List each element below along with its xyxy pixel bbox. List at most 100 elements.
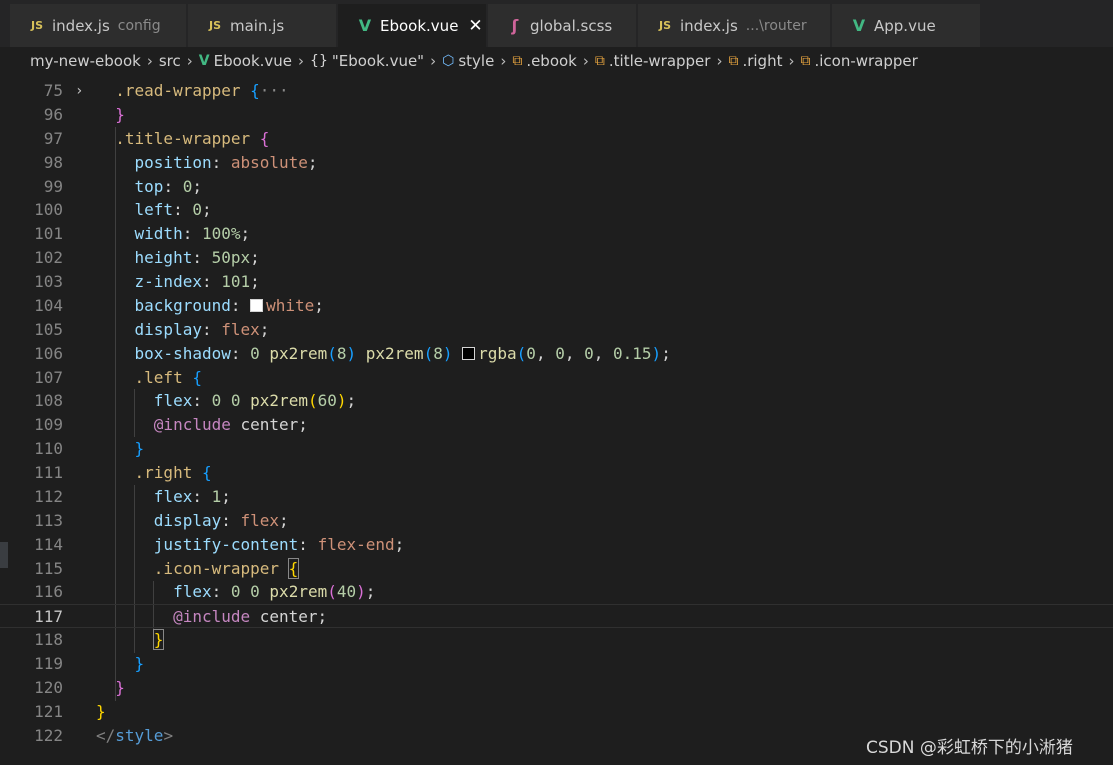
breadcrumb-item[interactable]: {} "Ebook.vue" (310, 52, 424, 70)
scroll-indicator[interactable] (0, 542, 8, 568)
code-line[interactable]: 101 width: 100%; (0, 222, 1113, 246)
code-line[interactable]: 106 box-shadow: 0 px2rem(8) px2rem(8) rg… (0, 342, 1113, 366)
code-token: ( (327, 582, 337, 602)
breadcrumb-item[interactable]: src (159, 52, 181, 70)
color-swatch[interactable] (250, 298, 264, 312)
code-token: .title-wrapper (115, 128, 251, 148)
code-line[interactable]: 109 @include center; (0, 413, 1113, 437)
breadcrumb-item[interactable]: ⧉ .title-wrapper (595, 52, 711, 70)
color-swatch[interactable] (462, 346, 476, 360)
code-line[interactable]: 97 .title-wrapper { (0, 127, 1113, 151)
code-text: .icon-wrapper { (96, 557, 300, 581)
code-line[interactable]: 103 z-index: 101; (0, 270, 1113, 294)
line-number: 117 (34, 607, 63, 627)
breadcrumb-label: .icon-wrapper (814, 52, 918, 70)
tab-label: global.scss (530, 16, 613, 35)
tab-app-vue[interactable]: V App.vue (832, 4, 980, 47)
code-token: center; (230, 415, 308, 435)
breadcrumb-label: .right (742, 52, 783, 70)
code-text: .title-wrapper { (96, 127, 269, 151)
chevron-right-icon: › (500, 52, 507, 70)
code-token: } (96, 701, 106, 721)
code-line[interactable]: 117 @include center; (0, 604, 1113, 629)
code-line[interactable]: 102 height: 50px; (0, 246, 1113, 270)
code-line[interactable]: 108 flex: 0 0 px2rem(60); (0, 389, 1113, 413)
code-token: flex (221, 319, 260, 339)
code-token: ; (346, 391, 357, 411)
code-line[interactable]: 115 .icon-wrapper { (0, 557, 1113, 581)
code-line[interactable]: 121} (0, 700, 1113, 724)
breadcrumb-item[interactable]: ⧉ .right (728, 52, 782, 70)
code-line[interactable]: 99 top: 0; (0, 175, 1113, 199)
code-text: } (96, 676, 125, 700)
code-text: top: 0; (96, 175, 202, 199)
code-text: flex: 1; (96, 485, 231, 509)
breadcrumb-item[interactable]: ⧉ .ebook (512, 52, 577, 70)
code-line[interactable]: 110 } (0, 437, 1113, 461)
code-line[interactable]: 119 } (0, 652, 1113, 676)
watermark: CSDN @彩虹桥下的小淅猪 (866, 738, 1073, 758)
code-line[interactable]: 120 } (0, 676, 1113, 700)
code-line[interactable]: 75 › .read-wrapper {··· (0, 79, 1113, 103)
line-number: 105 (34, 319, 63, 339)
chevron-right-icon: › (146, 52, 153, 70)
code-text: .left { (96, 366, 202, 390)
code-token: height (134, 248, 193, 268)
breadcrumb-label: Ebook.vue (213, 52, 293, 70)
code-token: ; (201, 200, 212, 220)
code-line[interactable]: 111 .right { (0, 461, 1113, 485)
code-token: { (201, 463, 212, 483)
code-line[interactable]: 114 justify-content: flex-end; (0, 533, 1113, 557)
code-token: absolute (230, 152, 308, 172)
code-line[interactable]: 105 display: flex; (0, 318, 1113, 342)
tab-path-hint: ...\router (745, 17, 807, 34)
tab-index-js[interactable]: JS index.js config (10, 4, 186, 47)
chevron-right-icon: › (430, 52, 437, 70)
line-number: 113 (34, 510, 63, 530)
line-number: 119 (34, 654, 63, 674)
tab-index-js[interactable]: JS index.js ...\router (638, 4, 830, 47)
code-token: ; (394, 534, 405, 554)
code-line[interactable]: 96 } (0, 103, 1113, 127)
code-line[interactable]: 98 position: absolute; (0, 151, 1113, 175)
code-token: ; (192, 176, 202, 196)
code-token: position (134, 152, 212, 172)
code-token: : (192, 248, 212, 268)
tab-ebook-vue[interactable]: V Ebook.vue ✕ (338, 4, 486, 47)
breadcrumb-label: .title-wrapper (608, 52, 711, 70)
code-token: 0 (250, 343, 260, 363)
code-text: .right { (96, 461, 212, 485)
tab-main-js[interactable]: JS main.js (188, 4, 336, 47)
code-editor[interactable]: 75 › .read-wrapper {··· 96 } 97 .title-wrap… (0, 79, 1113, 765)
code-line[interactable]: 112 flex: 1; (0, 485, 1113, 509)
code-text: position: absolute; (96, 151, 318, 175)
code-line[interactable]: 116 flex: 0 0 px2rem(40); (0, 580, 1113, 604)
code-line[interactable]: 118 } (0, 628, 1113, 652)
code-text: @include center; (96, 605, 327, 629)
code-token: @include (173, 607, 251, 627)
breadcrumb-item[interactable]: my-new-ebook (30, 52, 141, 70)
breadcrumb-item[interactable]: ⬡ style (442, 52, 494, 70)
code-line[interactable]: 104 background: white; (0, 294, 1113, 318)
breadcrumb-item[interactable]: V Ebook.vue (199, 52, 292, 70)
code-token: 50px (211, 248, 251, 268)
breadcrumb-item[interactable]: ⧉ .icon-wrapper (800, 52, 917, 70)
code-line[interactable]: 100 left: 0; (0, 198, 1113, 222)
close-icon[interactable]: ✕ (468, 16, 482, 36)
line-number: 99 (43, 176, 63, 196)
code-line[interactable]: 113 display: flex; (0, 509, 1113, 533)
fold-chevron-icon[interactable]: › (75, 79, 83, 103)
code-token: ; (240, 224, 251, 244)
tab-global-scss[interactable]: ʃ global.scss (488, 4, 636, 47)
code-token: : (230, 295, 251, 315)
code-line[interactable]: 107 .left { (0, 366, 1113, 390)
code-token: px2rem (365, 343, 424, 363)
